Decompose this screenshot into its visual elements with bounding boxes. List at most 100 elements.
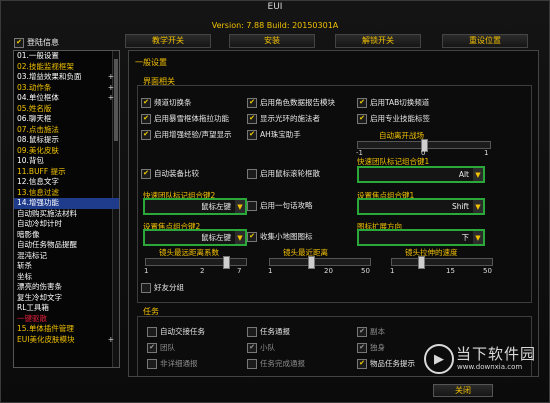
- sidebar-item[interactable]: RL工具箱: [14, 303, 119, 314]
- dropdown-select[interactable]: Alt ▼: [357, 166, 485, 183]
- task-option-checkbox[interactable]: 小队: [247, 342, 275, 353]
- sidebar-item[interactable]: 06.聊天框: [14, 114, 119, 125]
- dropdown-select[interactable]: Shift ▼: [357, 198, 485, 215]
- auto-leave-slider[interactable]: [357, 139, 491, 152]
- check-icon[interactable]: [141, 168, 151, 179]
- dropdown-select[interactable]: 鼠标左键 ▼: [143, 198, 247, 215]
- option-checkbox[interactable]: 频道切换条: [141, 97, 192, 108]
- expand-plus-icon[interactable]: +: [108, 83, 114, 94]
- checkbox-empty-icon[interactable]: [247, 200, 257, 211]
- option-checkbox[interactable]: 启用角色数据报告模块: [247, 97, 335, 108]
- option-checkbox[interactable]: 启用专业技能标签: [357, 113, 430, 124]
- checkbox-empty-icon[interactable]: [141, 282, 151, 293]
- dropdown-select[interactable]: 鼠标左键 ▼: [143, 229, 247, 246]
- sidebar-item[interactable]: 03.动作条 +: [14, 83, 119, 94]
- option-checkbox[interactable]: 启用一句话攻略: [247, 200, 313, 211]
- chevron-down-icon[interactable]: ▼: [473, 168, 483, 181]
- task-option-checkbox[interactable]: 任务完成通报: [247, 358, 305, 369]
- sidebar-item[interactable]: 复生冷却文字: [14, 293, 119, 304]
- camera-slider[interactable]: [145, 256, 247, 269]
- sidebar-item[interactable]: EUI美化皮肤模块 +: [14, 335, 119, 346]
- sidebar-item[interactable]: 10.背包: [14, 156, 119, 167]
- check-icon[interactable]: [247, 97, 257, 108]
- check-icon[interactable]: [357, 358, 367, 369]
- option-checkbox[interactable]: AH珠宝助手: [247, 129, 301, 140]
- sidebar-item[interactable]: 14.增强功能: [14, 198, 119, 209]
- sidebar-item[interactable]: 09.美化皮肤: [14, 146, 119, 157]
- unlock-toggle-button[interactable]: 解锁开关: [335, 34, 421, 48]
- sidebar-item[interactable]: 01.一般设置: [14, 51, 119, 62]
- sidebar-item[interactable]: 08.鼠标提示: [14, 135, 119, 146]
- check-icon[interactable]: [247, 113, 257, 124]
- install-button[interactable]: 安装: [229, 34, 315, 48]
- tutorial-toggle-button[interactable]: 教学开关: [125, 34, 211, 48]
- task-option-checkbox[interactable]: 团队: [147, 342, 175, 353]
- option-checkbox[interactable]: 启用增强经验/声望显示: [141, 129, 232, 140]
- task-option-checkbox[interactable]: 独身: [357, 342, 385, 353]
- camera-slider[interactable]: [391, 256, 493, 269]
- checkbox-empty-icon[interactable]: [247, 358, 257, 369]
- sidebar-item[interactable]: 11.BUFF 提示: [14, 167, 119, 178]
- slider-knob[interactable]: [308, 256, 315, 269]
- check-icon[interactable]: [357, 342, 367, 353]
- sidebar-item[interactable]: 04.单位框体 +: [14, 93, 119, 104]
- check-icon[interactable]: [14, 37, 24, 48]
- slider-knob[interactable]: [223, 256, 230, 269]
- sidebar-item[interactable]: 斩杀: [14, 261, 119, 272]
- check-icon[interactable]: [247, 129, 257, 140]
- option-checkbox[interactable]: 自动装备比较: [141, 168, 199, 179]
- checkbox-empty-icon[interactable]: [247, 326, 257, 337]
- chevron-down-icon[interactable]: ▼: [473, 200, 483, 213]
- close-button[interactable]: 关闭: [433, 384, 493, 397]
- check-icon[interactable]: [141, 113, 151, 124]
- sidebar-item[interactable]: 一键驱散: [14, 314, 119, 325]
- option-checkbox[interactable]: 好友分组: [141, 282, 184, 293]
- reset-position-button[interactable]: 重设位置: [442, 34, 528, 48]
- expand-plus-icon[interactable]: +: [108, 335, 114, 346]
- check-icon[interactable]: [247, 231, 257, 242]
- task-option-checkbox[interactable]: 物品任务提示: [357, 358, 415, 369]
- task-option-checkbox[interactable]: 副本: [357, 326, 385, 337]
- chevron-down-icon[interactable]: ▼: [235, 231, 245, 244]
- option-checkbox[interactable]: 启用鼠标滚轮框散: [247, 168, 320, 179]
- category-sidebar[interactable]: 01.一般设置 02.技能监视框架 03.增益效果和负面 +03.动作条 +04.单位框…: [13, 50, 120, 368]
- sidebar-item[interactable]: 暗影像: [14, 230, 119, 241]
- option-checkbox[interactable]: 显示光环的施法者: [247, 113, 320, 124]
- sidebar-item[interactable]: 13.信息过滤: [14, 188, 119, 199]
- chevron-down-icon[interactable]: ▼: [473, 231, 483, 244]
- sidebar-item[interactable]: 漂亮的伤害条: [14, 282, 119, 293]
- sidebar-item[interactable]: 03.增益效果和负面 +: [14, 72, 119, 83]
- sidebar-item[interactable]: 12.信息文字: [14, 177, 119, 188]
- checkbox-empty-icon[interactable]: [147, 326, 157, 337]
- slider-knob[interactable]: [418, 256, 425, 269]
- task-option-checkbox[interactable]: 任务通报: [247, 326, 290, 337]
- expand-plus-icon[interactable]: +: [108, 72, 114, 83]
- sidebar-item[interactable]: 07.点击施法: [14, 125, 119, 136]
- option-checkbox[interactable]: 收集小地图图标: [247, 231, 313, 242]
- check-icon[interactable]: [141, 129, 151, 140]
- check-icon[interactable]: [147, 342, 157, 353]
- dropdown-select[interactable]: 下 ▼: [357, 229, 485, 246]
- sidebar-item[interactable]: 15.单体插件管理: [14, 324, 119, 335]
- sidebar-item[interactable]: 自动任务物品提醒: [14, 240, 119, 251]
- task-option-checkbox[interactable]: 非详细通报: [147, 358, 198, 369]
- check-icon[interactable]: [357, 97, 367, 108]
- sidebar-item[interactable]: 05.姓名版: [14, 104, 119, 115]
- sidebar-item[interactable]: 坐标: [14, 272, 119, 283]
- check-icon[interactable]: [357, 113, 367, 124]
- chevron-down-icon[interactable]: ▼: [235, 200, 245, 213]
- task-option-checkbox[interactable]: 自动交接任务: [147, 326, 205, 337]
- option-checkbox[interactable]: 启用TAB切换频道: [357, 97, 429, 108]
- camera-slider[interactable]: [269, 256, 371, 269]
- option-checkbox[interactable]: 启用暴雪框体拖拉功能: [141, 113, 229, 124]
- check-icon[interactable]: [141, 97, 151, 108]
- auto-login-checkbox[interactable]: 登陆信息: [14, 37, 59, 48]
- checkbox-empty-icon[interactable]: [147, 358, 157, 369]
- sidebar-item[interactable]: 02.技能监视框架: [14, 62, 119, 73]
- sidebar-item[interactable]: 自动冷却计时: [14, 219, 119, 230]
- check-icon[interactable]: [357, 326, 367, 337]
- check-icon[interactable]: [247, 342, 257, 353]
- sidebar-item[interactable]: 自动购买施法材料: [14, 209, 119, 220]
- sidebar-item[interactable]: 混沌标记: [14, 251, 119, 262]
- checkbox-empty-icon[interactable]: [247, 168, 257, 179]
